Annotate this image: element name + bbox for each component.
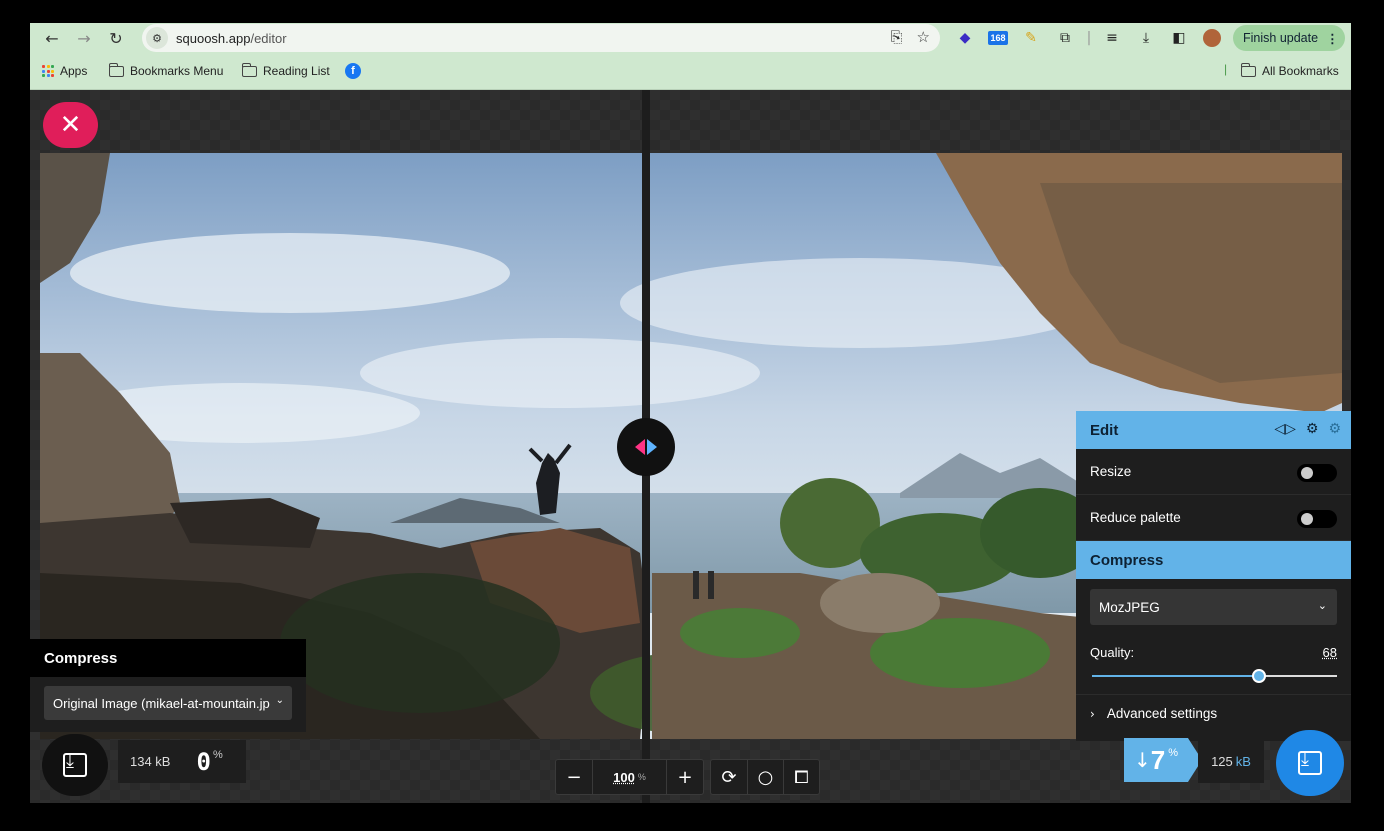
download-icon: [1298, 749, 1322, 775]
right-file-size: 125 kB: [1198, 740, 1264, 783]
browser-window: ← → ↻ ⚙ squoosh.app/editor ⎘ ☆ ◆ 168 ✎ ⧉…: [30, 23, 1351, 803]
codec-select[interactable]: MozJPEG ⌄: [1090, 589, 1337, 625]
reduction-percent: 7: [1150, 744, 1166, 775]
extensions-puzzle-icon[interactable]: ⧉: [1055, 27, 1075, 49]
left-result-info: 134 kB 0 %: [118, 740, 246, 783]
menu-dots-icon[interactable]: ⋮: [1326, 31, 1339, 46]
left-download-button[interactable]: [42, 734, 108, 796]
install-app-icon[interactable]: ⎘: [891, 28, 903, 46]
side-panel-icon[interactable]: ◧: [1169, 27, 1189, 49]
left-file-size: 134 kB: [130, 754, 171, 769]
bookmark-all-bookmarks-label: All Bookmarks: [1262, 64, 1339, 78]
reduce-palette-label: Reduce palette: [1090, 510, 1181, 525]
codec-select-value: MozJPEG: [1099, 599, 1160, 615]
apps-grid-icon: [42, 65, 54, 77]
squoosh-editor: ✕ Compress Original Image (mikael-at-mou…: [30, 90, 1351, 803]
down-arrow-icon: ↓: [1134, 748, 1151, 772]
compress-title: Compress: [1076, 541, 1351, 579]
right-file-size-number: 125: [1211, 754, 1233, 769]
bookmarks-separator: |: [1224, 62, 1228, 76]
bookmark-all-bookmarks[interactable]: All Bookmarks: [1240, 62, 1339, 78]
advanced-settings-toggle[interactable]: › Advanced settings: [1076, 694, 1351, 732]
address-bar[interactable]: ⚙ squoosh.app/editor ⎘ ☆: [142, 24, 940, 52]
finish-update-button[interactable]: Finish update ⋮: [1233, 25, 1345, 51]
downloads-icon[interactable]: ⤓: [1136, 27, 1156, 49]
bookmark-apps[interactable]: Apps: [42, 64, 87, 78]
facebook-icon: f: [345, 63, 361, 79]
reduce-palette-toggle[interactable]: [1297, 510, 1337, 528]
zoom-value: 100: [613, 769, 635, 785]
right-download-button[interactable]: [1276, 730, 1344, 796]
bookmark-reading-list[interactable]: Reading List: [241, 62, 330, 78]
bookmark-bookmarks-menu-label: Bookmarks Menu: [130, 64, 224, 78]
left-options-panel: Compress Original Image (mikael-at-mount…: [30, 639, 306, 732]
reduction-percent-sign: %: [1168, 747, 1179, 759]
quality-slider[interactable]: [1090, 666, 1337, 686]
bookmarks-bar: Apps Bookmarks Menu Reading List f | All…: [30, 53, 1351, 90]
size-reduction-badge: ↓ 7 %: [1124, 738, 1202, 782]
extension-badge: 168: [988, 31, 1008, 45]
folder-icon: [241, 62, 257, 77]
right-options-panel: Edit ◁▷ ⚙ ⚙ Resize Reduce palette Compre…: [1076, 411, 1351, 741]
left-codec-select-value: Original Image (mikael-at-mountain.jp: [53, 695, 270, 711]
extension-diamond-icon[interactable]: ◆: [955, 27, 975, 49]
url-text[interactable]: squoosh.app/editor: [176, 31, 287, 46]
resize-label: Resize: [1090, 464, 1132, 479]
left-percent: 0: [196, 747, 211, 776]
zoom-unit: %: [637, 772, 646, 782]
zoom-value-input[interactable]: 100 %: [592, 760, 667, 794]
left-panel-title: Compress: [30, 639, 306, 677]
split-handle-icon[interactable]: [617, 418, 675, 476]
download-icon: [63, 751, 87, 777]
advanced-settings-label: Advanced settings: [1106, 706, 1218, 721]
resize-toggle[interactable]: [1297, 464, 1337, 482]
quality-slider-thumb[interactable]: [1251, 669, 1266, 683]
folder-icon: [1240, 62, 1256, 77]
fit-to-screen-icon[interactable]: ⧠: [783, 760, 819, 794]
resize-row: Resize: [1076, 449, 1351, 495]
quality-value-input[interactable]: 68: [1323, 645, 1337, 660]
zoom-in-button[interactable]: +: [667, 760, 703, 794]
zoom-out-button[interactable]: −: [556, 760, 592, 794]
extension-broom-icon[interactable]: ✎: [1021, 27, 1041, 49]
media-queue-icon[interactable]: ≡: [1102, 27, 1122, 49]
edit-title: Edit: [1090, 421, 1119, 439]
folder-icon: [108, 62, 124, 77]
left-codec-select[interactable]: Original Image (mikael-at-mountain.jp ⌄: [44, 686, 292, 720]
reload-icon[interactable]: ↻: [100, 23, 132, 53]
chevron-right-icon: ›: [1090, 706, 1095, 721]
swap-sides-icon[interactable]: ◁▷: [1274, 421, 1296, 437]
back-icon[interactable]: ←: [36, 23, 68, 53]
bookmark-facebook[interactable]: f: [345, 63, 361, 79]
toolbar-separator: |: [1086, 30, 1092, 46]
chevron-down-icon: ⌄: [275, 695, 284, 706]
settings-copy-icon[interactable]: ⚙: [1306, 421, 1319, 437]
rotate-icon[interactable]: ⟳: [711, 760, 747, 794]
settings-import-icon[interactable]: ⚙: [1328, 421, 1341, 437]
right-file-size-unit: kB: [1235, 754, 1251, 769]
zoom-controls: − 100 % + ⟳ ○ ⧠: [555, 759, 820, 795]
chevron-down-icon: ⌄: [1317, 599, 1327, 612]
site-info-icon[interactable]: ⚙: [146, 27, 168, 49]
close-icon[interactable]: ✕: [43, 102, 98, 148]
forward-icon[interactable]: →: [68, 23, 100, 53]
background-toggle-icon[interactable]: ○: [747, 760, 783, 794]
profile-avatar[interactable]: [1202, 27, 1222, 49]
extension-calendar-icon[interactable]: 168: [986, 27, 1010, 49]
browser-toolbar: ← → ↻ ⚙ squoosh.app/editor ⎘ ☆ ◆ 168 ✎ ⧉…: [30, 23, 1351, 53]
left-percent-sign: %: [212, 748, 223, 761]
bookmark-apps-label: Apps: [60, 64, 88, 78]
bookmark-reading-list-label: Reading List: [263, 64, 330, 78]
bookmark-star-icon[interactable]: ☆: [917, 28, 930, 46]
quality-label: Quality:: [1090, 645, 1135, 660]
bookmark-bookmarks-menu[interactable]: Bookmarks Menu: [108, 62, 224, 78]
reduce-palette-row: Reduce palette: [1076, 495, 1351, 541]
